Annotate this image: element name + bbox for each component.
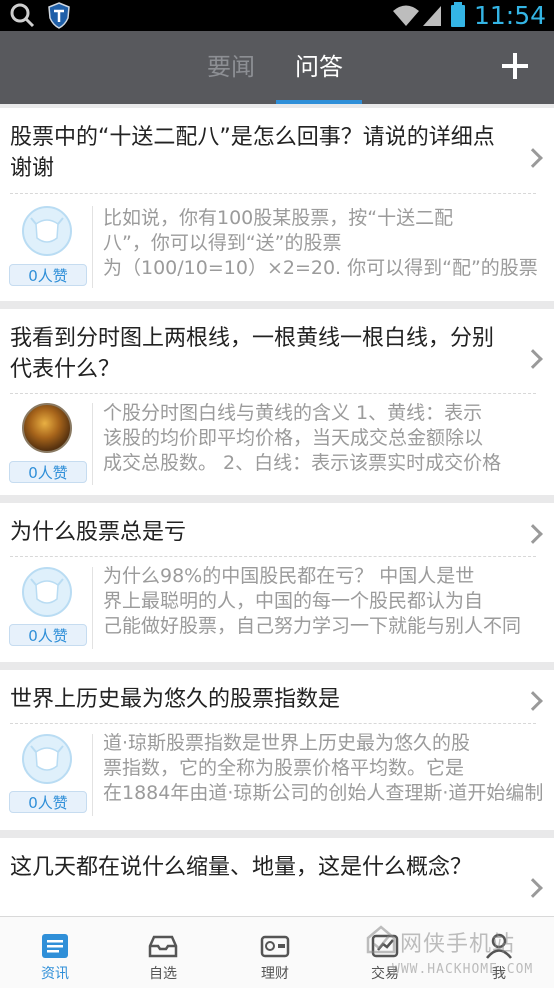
question-card[interactable]: 股票中的“十送二配八”是怎么回事？请说的详细点 谢谢 0人赞 比如说，你有100… <box>0 108 554 301</box>
shield-icon <box>48 2 70 29</box>
nav-label: 资讯 <box>41 966 69 982</box>
cow-icon <box>30 217 64 243</box>
chevron-right-icon <box>523 878 543 898</box>
search-icon <box>10 3 35 28</box>
tab-news[interactable]: 要闻 <box>195 31 267 104</box>
cow-icon <box>30 578 64 604</box>
user-avatar <box>22 567 72 617</box>
cow-icon <box>30 745 64 771</box>
answer-divider <box>92 734 93 816</box>
chevron-right-icon <box>523 148 543 168</box>
house-icon <box>366 925 396 954</box>
answer-divider <box>92 567 93 649</box>
wallet-icon <box>260 935 290 958</box>
answer-divider <box>92 403 93 485</box>
answer-preview[interactable]: 比如说，你有100股某股票，按“十送二配 八”，你可以得到“送”的股票 为（10… <box>103 206 544 284</box>
status-bar: 11:54 <box>0 0 554 31</box>
watermark-url: WWW.HACKHOME.COM <box>392 962 534 977</box>
nav-item-watchlist[interactable]: 自选 <box>108 917 218 988</box>
news-icon <box>42 934 68 958</box>
divider <box>10 556 536 557</box>
question-title[interactable]: 我看到分时图上两根线，一根黄线一根白线，分别代表什么？ <box>10 323 515 385</box>
nav-item-news[interactable]: 资讯 <box>0 917 110 988</box>
answer-preview[interactable]: 为什么98%的中国股民都在亏？ 中国人是世 界上最聪明的人，中国的每一个股民都认… <box>103 564 544 642</box>
divider <box>10 393 536 394</box>
signal-icon <box>423 6 441 26</box>
tab-qa[interactable]: 问答 <box>276 31 362 104</box>
answer-preview[interactable]: 个股分时图白线与黄线的含义 1、黄线：表示 该股的均价即平均价格，当天成交总金额… <box>103 401 544 479</box>
divider <box>10 723 536 724</box>
divider <box>10 193 536 194</box>
user-avatar <box>22 403 72 453</box>
nav-item-finance[interactable]: 理财 <box>220 917 330 988</box>
watermark: 网侠手机站 WWW.HACKHOME.COM <box>362 912 554 988</box>
question-card[interactable]: 为什么股票总是亏 0人赞 为什么98%的中国股民都在亏？ 中国人是世 界上最聪明… <box>0 503 554 662</box>
qa-list: 股票中的“十送二配八”是怎么回事？请说的详细点 谢谢 0人赞 比如说，你有100… <box>0 104 554 916</box>
user-avatar <box>22 734 72 784</box>
inbox-icon <box>148 935 178 958</box>
question-card[interactable]: 这几天都在说什么缩量、地量，这是什么概念？ <box>0 838 554 916</box>
user-avatar <box>22 206 72 256</box>
watermark-text: 网侠手机站 <box>400 932 516 957</box>
chevron-right-icon <box>523 524 543 544</box>
likes-badge: 0人赞 <box>9 791 87 813</box>
wifi-icon <box>393 5 419 26</box>
top-header: 要闻 问答 <box>0 31 554 104</box>
question-card[interactable]: 世界上历史最为悠久的股票指数是 0人赞 道·琼斯股票指数是世界上历史最为悠久的股… <box>0 670 554 830</box>
likes-badge: 0人赞 <box>9 461 87 483</box>
question-title[interactable]: 股票中的“十送二配八”是怎么回事？请说的详细点 谢谢 <box>10 122 515 184</box>
answer-divider <box>92 206 93 288</box>
chevron-right-icon <box>523 349 543 369</box>
question-title[interactable]: 这几天都在说什么缩量、地量，这是什么概念？ <box>10 852 515 883</box>
likes-badge: 0人赞 <box>9 264 87 286</box>
nav-label: 自选 <box>149 966 177 982</box>
battery-icon <box>451 2 465 27</box>
question-title[interactable]: 世界上历史最为悠久的股票指数是 <box>10 684 515 715</box>
answer-preview[interactable]: 道·琼斯股票指数是世界上历史最为悠久的股 票指数，它的全称为股票价格平均数。它是… <box>103 731 544 809</box>
clock: 11:54 <box>473 1 546 30</box>
add-icon[interactable] <box>502 53 528 79</box>
question-title[interactable]: 为什么股票总是亏 <box>10 517 515 548</box>
likes-badge: 0人赞 <box>9 624 87 646</box>
chevron-right-icon <box>523 691 543 711</box>
nav-label: 理财 <box>261 966 289 982</box>
question-card[interactable]: 我看到分时图上两根线，一根黄线一根白线，分别代表什么？ 0人赞 个股分时图白线与… <box>0 309 554 495</box>
